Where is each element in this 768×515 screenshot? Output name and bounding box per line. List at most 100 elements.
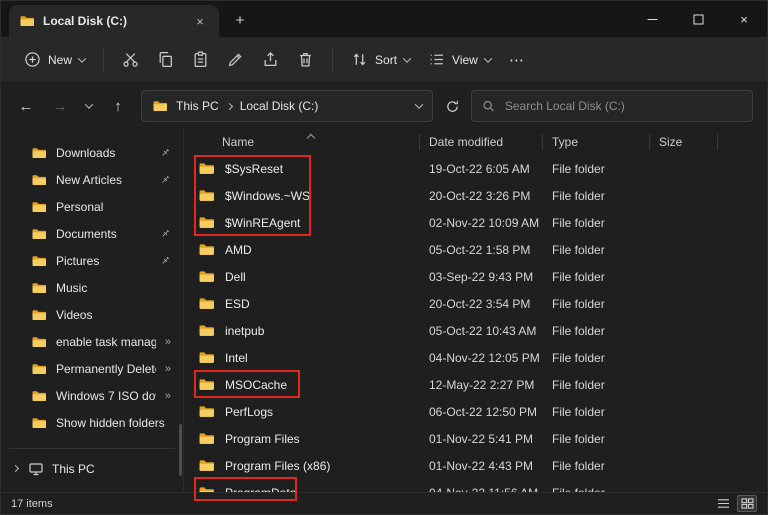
file-name: $Windows.~WS bbox=[225, 189, 310, 203]
sidebar-item[interactable]: New Articles » bbox=[1, 166, 183, 193]
delete-icon bbox=[297, 51, 314, 68]
maximize-button[interactable] bbox=[675, 1, 721, 37]
folder-icon bbox=[198, 214, 215, 231]
sidebar-item-label: Show hidden folders bbox=[56, 416, 165, 430]
view-toggles bbox=[713, 495, 757, 512]
delete-button[interactable] bbox=[288, 44, 323, 75]
see-more-button[interactable]: ⋯ bbox=[500, 44, 534, 76]
tab-folder-icon bbox=[19, 13, 35, 29]
sidebar-item-label: Personal bbox=[56, 200, 103, 214]
file-row[interactable]: $WinREAgent 02-Nov-22 10:09 AM File fold… bbox=[184, 209, 767, 236]
share-icon bbox=[262, 51, 279, 68]
new-button[interactable]: New bbox=[15, 44, 94, 75]
cut-button[interactable] bbox=[113, 44, 148, 75]
search-input[interactable] bbox=[503, 98, 742, 114]
sidebar-item[interactable]: Videos » bbox=[1, 301, 183, 328]
minimize-button[interactable] bbox=[629, 1, 675, 37]
address-folder-icon bbox=[152, 98, 168, 114]
copy-button[interactable] bbox=[148, 44, 183, 75]
file-row[interactable]: PerfLogs 06-Oct-22 12:50 PM File folder bbox=[184, 398, 767, 425]
file-name: Dell bbox=[225, 270, 246, 284]
search-box[interactable] bbox=[471, 90, 753, 122]
items-count: 17 items bbox=[11, 498, 53, 510]
new-tab-button[interactable]: + bbox=[229, 9, 251, 31]
file-row[interactable]: inetpub 05-Oct-22 10:43 AM File folder bbox=[184, 317, 767, 344]
forward-button[interactable]: → bbox=[45, 91, 75, 121]
file-row[interactable]: Dell 03-Sep-22 9:43 PM File folder bbox=[184, 263, 767, 290]
sidebar-item[interactable]: enable task manager in » bbox=[1, 328, 183, 355]
details-view-button[interactable] bbox=[713, 495, 733, 512]
folder-icon bbox=[31, 226, 47, 242]
column-header-type[interactable]: Type bbox=[542, 135, 649, 149]
breadcrumb-current[interactable]: Local Disk (C:) bbox=[240, 99, 319, 113]
expand-chevron-icon[interactable] bbox=[12, 465, 19, 472]
address-dropdown-chevron[interactable] bbox=[415, 100, 423, 108]
column-header-date-modified[interactable]: Date modified bbox=[419, 135, 542, 149]
sidebar-item[interactable]: Pictures » bbox=[1, 247, 183, 274]
file-row[interactable]: Program Files 01-Nov-22 5:41 PM File fol… bbox=[184, 425, 767, 452]
pin-icon bbox=[159, 174, 171, 186]
sidebar-item[interactable]: Permanently Delete co » bbox=[1, 355, 183, 382]
sidebar-scrollbar[interactable] bbox=[179, 424, 182, 476]
file-name: inetpub bbox=[225, 324, 264, 338]
sidebar-item[interactable]: Music » bbox=[1, 274, 183, 301]
column-header-row: Name Date modified Type Size bbox=[184, 129, 767, 155]
breadcrumb-this-pc[interactable]: This PC bbox=[176, 99, 219, 113]
file-date-cell: 03-Sep-22 9:43 PM bbox=[419, 270, 542, 284]
tab-close-button[interactable]: × bbox=[191, 12, 209, 30]
window-controls: × bbox=[629, 1, 767, 37]
column-header-name[interactable]: Name bbox=[184, 135, 419, 149]
back-button[interactable]: ← bbox=[11, 91, 41, 121]
column-separator[interactable] bbox=[542, 134, 543, 150]
sidebar-item[interactable]: Downloads » bbox=[1, 139, 183, 166]
refresh-button[interactable] bbox=[437, 91, 467, 121]
large-icons-view-button[interactable] bbox=[737, 495, 757, 512]
file-row[interactable]: ESD 20-Oct-22 3:54 PM File folder bbox=[184, 290, 767, 317]
file-row[interactable]: $Windows.~WS 20-Oct-22 3:26 PM File fold… bbox=[184, 182, 767, 209]
sidebar-item-this-pc[interactable]: This PC bbox=[1, 455, 183, 482]
view-button[interactable]: View bbox=[419, 44, 500, 75]
folder-icon bbox=[31, 253, 47, 269]
column-separator[interactable] bbox=[419, 134, 420, 150]
view-icon bbox=[428, 51, 445, 68]
folder-icon bbox=[31, 307, 47, 323]
file-name-cell: AMD bbox=[184, 241, 419, 258]
file-row[interactable]: MSOCache 12-May-22 2:27 PM File folder bbox=[184, 371, 767, 398]
sidebar-item[interactable]: Windows 7 ISO downlo » bbox=[1, 382, 183, 409]
file-name: Program Files (x86) bbox=[225, 459, 330, 473]
share-button[interactable] bbox=[253, 44, 288, 75]
column-header-size[interactable]: Size bbox=[649, 135, 717, 149]
file-name-cell: ESD bbox=[184, 295, 419, 312]
up-button[interactable]: ↑ bbox=[103, 91, 133, 121]
file-name: $SysReset bbox=[225, 162, 283, 176]
address-bar[interactable]: This PC Local Disk (C:) bbox=[141, 90, 433, 122]
pin-icon bbox=[159, 255, 171, 267]
file-row[interactable]: Intel 04-Nov-22 12:05 PM File folder bbox=[184, 344, 767, 371]
file-row[interactable]: AMD 05-Oct-22 1:58 PM File folder bbox=[184, 236, 767, 263]
column-separator[interactable] bbox=[649, 134, 650, 150]
sidebar-item-label: Permanently Delete co bbox=[56, 362, 156, 376]
folder-icon bbox=[31, 334, 47, 350]
file-date-cell: 01-Nov-22 4:43 PM bbox=[419, 459, 542, 473]
rename-button[interactable] bbox=[218, 44, 253, 75]
close-button[interactable]: × bbox=[721, 1, 767, 37]
sidebar-item[interactable]: Personal » bbox=[1, 193, 183, 220]
sidebar-item[interactable]: Documents » bbox=[1, 220, 183, 247]
file-row[interactable]: ProgramData 04-Nov-22 11:56 AM File fold… bbox=[184, 479, 767, 492]
file-list: Name Date modified Type Size $SysReset 1… bbox=[183, 129, 767, 492]
sort-button[interactable]: Sort bbox=[342, 44, 419, 75]
file-row[interactable]: Program Files (x86) 01-Nov-22 4:43 PM Fi… bbox=[184, 452, 767, 479]
recent-pages-button[interactable] bbox=[79, 91, 99, 121]
sidebar-item[interactable]: Show hidden folders » bbox=[1, 409, 183, 436]
folder-icon bbox=[198, 376, 215, 393]
file-type-cell: File folder bbox=[542, 297, 649, 311]
explorer-tab[interactable]: Local Disk (C:) × bbox=[9, 5, 219, 37]
file-name-cell: PerfLogs bbox=[184, 403, 419, 420]
file-type-cell: File folder bbox=[542, 270, 649, 284]
column-separator[interactable] bbox=[717, 134, 718, 150]
file-type-cell: File folder bbox=[542, 162, 649, 176]
chevron-down-icon bbox=[403, 54, 411, 62]
view-button-label: View bbox=[452, 53, 478, 67]
paste-button[interactable] bbox=[183, 44, 218, 75]
file-row[interactable]: $SysReset 19-Oct-22 6:05 AM File folder bbox=[184, 155, 767, 182]
